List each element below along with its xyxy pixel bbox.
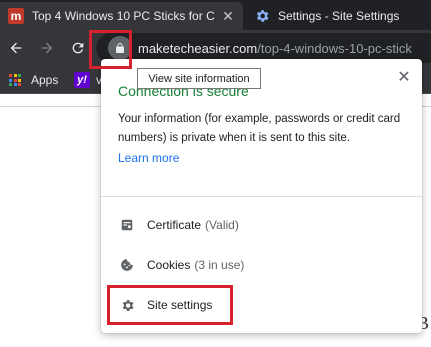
reload-icon <box>72 42 84 54</box>
forward-button[interactable] <box>35 36 59 60</box>
learn-more-link[interactable]: Learn more <box>118 151 179 165</box>
tab-settings[interactable]: Settings - Site Settings <box>246 2 431 30</box>
url-path: /top-4-windows-10-pc-stick <box>257 41 412 56</box>
certificate-row[interactable]: Certificate (Valid) <box>101 207 422 243</box>
cookies-label: Cookies <box>147 258 191 272</box>
yahoo-icon[interactable]: y! <box>74 72 90 88</box>
certificate-status: (Valid) <box>205 218 239 232</box>
tooltip-site-info: View site information <box>137 68 261 89</box>
tab-title: Settings - Site Settings <box>278 9 400 23</box>
url-text: maketecheasier.com/top-4-windows-10-pc-s… <box>138 41 412 56</box>
lock-icon <box>116 43 124 53</box>
close-icon[interactable]: ✕ <box>396 69 412 86</box>
forward-arrow-icon <box>41 42 53 54</box>
url-host: maketecheasier.com <box>138 41 258 56</box>
connection-description: Your information (for example, passwords… <box>118 113 401 144</box>
close-icon[interactable]: ✕ <box>219 7 237 25</box>
tab-title: Top 4 Windows 10 PC Sticks for C <box>32 9 215 23</box>
site-settings-label: Site settings <box>147 298 213 312</box>
bookmark-apps[interactable]: Apps <box>31 73 58 87</box>
cookies-count: (3 in use) <box>194 258 245 272</box>
tab-maketecheasier[interactable]: m Top 4 Windows 10 PC Sticks for C ✕ <box>0 2 243 30</box>
certificate-label: Certificate <box>147 218 202 232</box>
gear-icon <box>119 297 135 313</box>
back-arrow-icon <box>10 42 22 54</box>
cookies-row[interactable]: Cookies (3 in use) <box>101 247 422 283</box>
site-info-button[interactable] <box>108 36 132 60</box>
reload-button[interactable] <box>66 36 90 60</box>
gear-icon <box>254 8 270 24</box>
tab-strip: m Top 4 Windows 10 PC Sticks for C ✕ Set… <box>0 0 431 30</box>
certificate-icon <box>119 217 135 233</box>
back-button[interactable] <box>4 36 28 60</box>
site-settings-row[interactable]: Site settings <box>101 287 422 323</box>
popup-divider <box>101 196 422 197</box>
maketecheasier-favicon: m <box>8 8 24 24</box>
apps-grid-icon[interactable] <box>9 74 21 86</box>
cookie-icon <box>119 257 135 273</box>
site-info-popup: ✕ Connection is secure Your information … <box>101 59 422 333</box>
